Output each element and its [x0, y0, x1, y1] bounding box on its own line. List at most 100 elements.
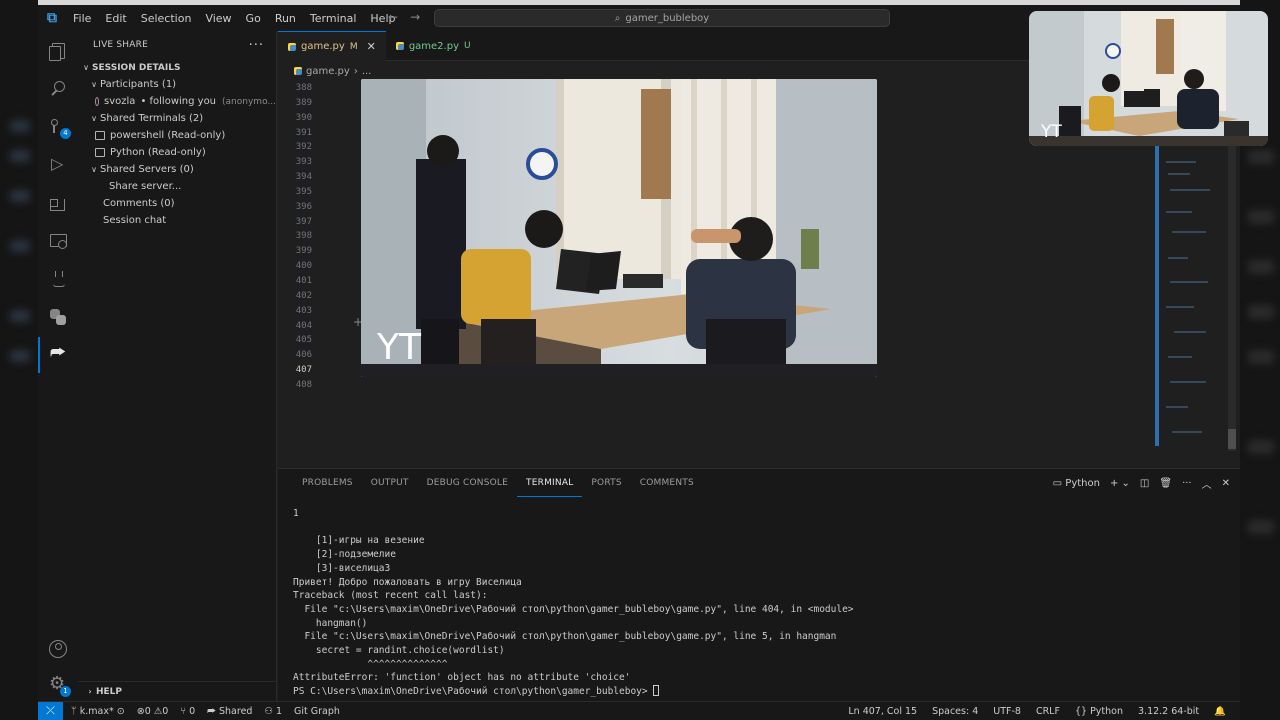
terminal-selector[interactable]: ▭ Python	[1053, 478, 1100, 489]
live-share-status[interactable]: ⮫ Shared	[207, 706, 252, 717]
git-graph-status[interactable]: Git Graph	[294, 706, 340, 717]
shared-terminals-node[interactable]: ∨ Shared Terminals (2)	[78, 110, 276, 127]
terminal-item-python[interactable]: Python (Read-only)	[78, 144, 276, 161]
terminal-line: [1]-игры на везение	[293, 535, 425, 547]
problems-status[interactable]: ⊗0 ⚠0	[137, 706, 169, 717]
line-number: 396	[295, 201, 312, 212]
braces-icon: {}	[1074, 706, 1091, 717]
python-file-icon	[288, 42, 296, 51]
testing-button[interactable]	[38, 261, 78, 297]
tab-problems[interactable]: PROBLEMS	[293, 469, 362, 497]
classroom-scene-image	[361, 79, 877, 377]
tab-debug-console[interactable]: DEBUG CONSOLE	[418, 469, 517, 497]
line-number: 403	[295, 305, 312, 316]
error-icon: ⊗	[136, 705, 145, 717]
more-actions-icon[interactable]: ···	[1182, 478, 1192, 489]
tab-comments[interactable]: COMMENTS	[631, 469, 703, 497]
comments-item[interactable]: Comments (0)	[78, 195, 276, 212]
indentation[interactable]: Spaces: 4	[932, 706, 978, 717]
python-button[interactable]	[38, 299, 78, 335]
remote-indicator-icon[interactable]: ⤫	[38, 701, 63, 720]
nav-arrows[interactable]: ←→	[388, 10, 432, 24]
account-icon	[49, 640, 67, 658]
menu-go[interactable]: Go	[239, 12, 268, 25]
menu-run[interactable]: Run	[268, 12, 303, 25]
line-number: 398	[295, 231, 312, 242]
session-details-section[interactable]: ∨ SESSION DETAILS	[78, 59, 276, 76]
video-feed-main[interactable]: YT	[361, 79, 877, 377]
close-panel-icon[interactable]: ✕	[1222, 478, 1230, 489]
encoding[interactable]: UTF-8	[993, 706, 1021, 717]
run-debug-button[interactable]	[38, 147, 78, 183]
editor-scrollbar[interactable]	[1228, 141, 1236, 451]
terminal-item-powershell[interactable]: powershell (Read-only)	[78, 127, 276, 144]
sidebar-title: LIVE SHARE	[93, 40, 148, 50]
breadcrumb-symbol[interactable]: ...	[362, 66, 372, 77]
menu-view[interactable]: View	[198, 12, 238, 25]
tab-terminal[interactable]: TERMINAL	[517, 469, 583, 497]
cursor-position[interactable]: Ln 407, Col 15	[848, 706, 917, 717]
gear-icon: 1	[49, 673, 71, 697]
participants-status[interactable]: ⚇ 1	[264, 706, 282, 717]
new-terminal-icon[interactable]: + ⌄	[1110, 478, 1130, 489]
remote-explorer-button[interactable]	[38, 223, 78, 259]
menu-edit[interactable]: Edit	[98, 12, 133, 25]
person-icon: ⚇	[264, 705, 276, 717]
terminal-line: AttributeError: 'function' object has no…	[293, 672, 631, 684]
terminal-line: File "c:\Users\maxim\OneDrive\Рабочий ст…	[293, 631, 837, 643]
manage-button[interactable]: 1	[38, 667, 78, 703]
line-number: 404	[295, 320, 312, 331]
trash-icon[interactable]: 🗑	[1159, 478, 1172, 489]
terminal-output[interactable]: 1 [1]-игры на везение [2]-подземелие [3]…	[293, 507, 854, 699]
session-chat-item[interactable]: Session chat	[78, 212, 276, 229]
end-of-line[interactable]: CRLF	[1036, 706, 1060, 717]
python-file-icon	[395, 42, 404, 50]
terminal-line: 1	[293, 508, 299, 519]
video-feed-pip[interactable]: YT	[1029, 11, 1268, 146]
menu-selection[interactable]: Selection	[134, 12, 199, 25]
maximize-panel-icon[interactable]: ︿	[1202, 476, 1212, 491]
breadcrumb-file[interactable]: game.py	[306, 66, 350, 77]
line-number: 389	[295, 97, 312, 108]
back-arrow-icon[interactable]: ←	[388, 10, 410, 24]
more-actions-icon[interactable]: ···	[249, 38, 264, 53]
line-number: 397	[295, 216, 312, 227]
line-number: 402	[295, 290, 312, 301]
extensions-button[interactable]	[38, 185, 78, 221]
menu-bar: File Edit Selection View Go Run Terminal…	[66, 12, 402, 25]
editor-scrollbar-thumb[interactable]	[1228, 429, 1236, 449]
branch-status[interactable]: ᛘ k.max* ⊙	[71, 706, 125, 717]
tab-game-py[interactable]: game.py M ✕	[278, 31, 386, 61]
share-server-item[interactable]: Share server...	[78, 178, 276, 195]
source-control-button[interactable]: 4	[38, 109, 78, 145]
status-bar: ⤫ ᛘ k.max* ⊙ ⊗0 ⚠0 ⑂ 0 ⮫ Shared ⚇ 1 Git …	[38, 701, 1240, 720]
source-control-icon: 4	[49, 118, 71, 139]
shared-servers-node[interactable]: ∨ Shared Servers (0)	[78, 161, 276, 178]
tab-ports[interactable]: PORTS	[582, 469, 630, 497]
interpreter-version[interactable]: 3.12.2 64-bit	[1138, 706, 1199, 717]
bottom-panel: PROBLEMS OUTPUT DEBUG CONSOLE TERMINAL P…	[278, 468, 1240, 701]
command-center-search[interactable]: ⌕ gamer_bubleboy	[434, 9, 890, 27]
split-terminal-icon[interactable]: ◫	[1140, 478, 1149, 489]
ports-status[interactable]: ⑂ 0	[180, 706, 195, 717]
panel-actions: ▭ Python + ⌄ ◫ 🗑 ··· ︿ ✕	[1053, 469, 1230, 497]
forward-arrow-icon[interactable]: →	[410, 10, 432, 24]
explorer-button[interactable]	[38, 33, 78, 69]
participants-node[interactable]: ∨ Participants (1)	[78, 76, 276, 93]
close-icon[interactable]: ✕	[367, 40, 376, 53]
search-button[interactable]	[38, 71, 78, 107]
chevron-down-icon: ∨	[91, 114, 97, 123]
menu-file[interactable]: File	[66, 12, 98, 25]
tab-game2-py[interactable]: game2.py U	[386, 31, 481, 61]
python-file-icon	[294, 67, 302, 75]
help-section[interactable]: › HELP	[78, 681, 277, 701]
language-mode[interactable]: {} Python	[1075, 706, 1123, 717]
flask-icon	[49, 270, 67, 288]
vscode-logo-icon: ⧉	[47, 10, 57, 26]
tab-output[interactable]: OUTPUT	[362, 469, 418, 497]
live-share-button[interactable]	[38, 337, 78, 373]
participant-item[interactable]: svozla • following you (anonymo...	[78, 93, 276, 110]
accounts-button[interactable]	[38, 631, 78, 667]
bell-icon[interactable]: 🔔	[1214, 706, 1226, 717]
menu-terminal[interactable]: Terminal	[303, 12, 364, 25]
